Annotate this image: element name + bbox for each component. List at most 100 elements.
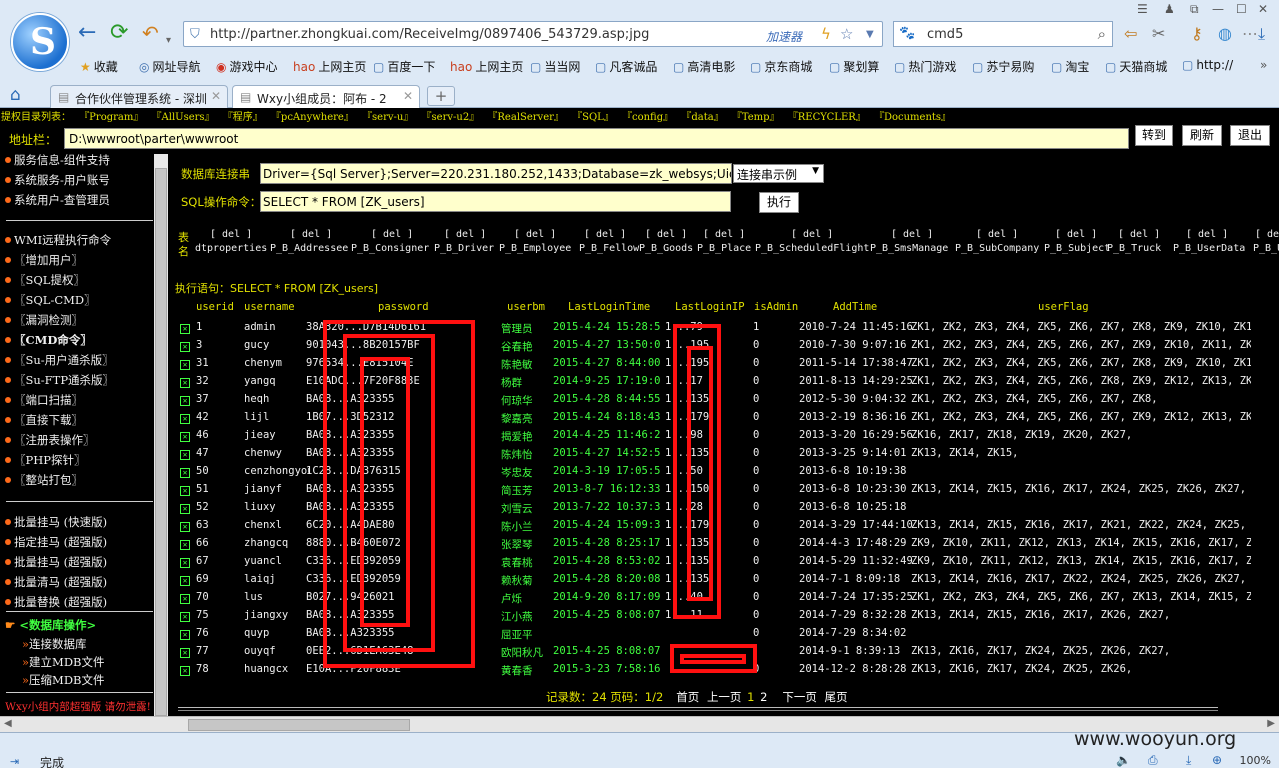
scroll-left-icon[interactable]: ◀ (4, 718, 12, 729)
bookmark-item[interactable]: ▢ http:// (1182, 58, 1233, 72)
dir-link[interactable]: 『AllUsers』 (152, 112, 215, 123)
undo-dropdown-icon[interactable]: ▾ (166, 30, 171, 52)
row-delete-icon[interactable]: ✕ (180, 648, 190, 658)
table-link[interactable]: dtproperties (195, 243, 267, 254)
star-icon[interactable]: ☆ (840, 25, 853, 43)
tab-wxy[interactable]: ▤ Wxy小组成员：阿布 - 2 ✕ (232, 85, 420, 108)
next-page-link[interactable]: 下一页 (782, 690, 817, 704)
refresh-icon[interactable]: ⟳ (110, 22, 128, 44)
conn-string-input[interactable]: Driver={Sql Server};Server=220.231.180.2… (260, 163, 732, 184)
bookmark-item[interactable]: ▢ 淘宝 (1051, 58, 1089, 75)
del-link[interactable]: [ del ] (1118, 229, 1160, 240)
dir-link[interactable]: 『pcAnywhere』 (271, 112, 354, 123)
table-link[interactable]: P_B_Place (697, 243, 751, 254)
sidebar-item[interactable]: 〖直接下载〗 (5, 412, 83, 428)
del-link[interactable]: [ del ] (645, 229, 687, 240)
accelerator-label[interactable]: 加速器 (766, 28, 802, 45)
sidebar-item[interactable]: WMI远程执行命令 (5, 232, 111, 248)
page-2-link[interactable]: 2 (760, 690, 767, 704)
minimize-icon[interactable]: — (1212, 2, 1224, 16)
del-link[interactable]: [ del ] (1055, 229, 1097, 240)
bookmark-item[interactable]: ◎ 网址导航 (139, 58, 201, 75)
dir-link[interactable]: 『RECYCLER』 (788, 112, 866, 123)
table-link[interactable]: P_B_UserData (1173, 243, 1245, 254)
row-delete-icon[interactable]: ✕ (180, 540, 190, 550)
scissors-icon[interactable]: ✂ (1152, 24, 1165, 43)
del-link[interactable]: [ del ] (584, 229, 626, 240)
sidebar-item[interactable]: 批量替换 (超强版) (5, 594, 107, 610)
lightning-icon[interactable]: ϟ (821, 25, 831, 43)
row-delete-icon[interactable]: ✕ (180, 486, 190, 496)
sidebar-item-cmd[interactable]: 〖CMD命令〗 (5, 332, 92, 348)
dir-link[interactable]: 『SQL』 (572, 112, 614, 123)
sidebar-item[interactable]: 系统服务-用户账号 (5, 172, 110, 188)
bookmark-item[interactable]: ▢ 凡客诚品 (595, 58, 657, 75)
dir-link[interactable]: 『程序』 (223, 112, 263, 123)
del-link[interactable]: [ del ] (290, 229, 332, 240)
bookmark-item[interactable]: ★ 收藏 (80, 58, 118, 75)
goto-button[interactable]: 转到 (1135, 125, 1173, 146)
sidebar-scrollbar[interactable] (154, 154, 168, 732)
tab-partner[interactable]: ▤ 合作伙伴管理系统 - 深圳 ✕ (50, 85, 228, 108)
bookmark-item[interactable]: ▢ 聚划算 (829, 58, 879, 75)
conn-example-select[interactable]: 连接串示例 ▼ (733, 164, 824, 183)
row-delete-icon[interactable]: ✕ (180, 396, 190, 406)
exit-button[interactable]: 退出 (1230, 125, 1270, 146)
home-icon[interactable]: ⌂ (10, 85, 21, 105)
url-text[interactable]: http://partner.zhongkuai.com/ReceiveImg/… (210, 27, 649, 42)
del-link[interactable]: [ del ] (891, 229, 933, 240)
table-link[interactable]: P_B_U (1253, 243, 1279, 254)
row-delete-icon[interactable]: ✕ (180, 594, 190, 604)
sidebar-item[interactable]: 批量清马 (超强版) (5, 574, 107, 590)
del-link[interactable]: [ del ] (514, 229, 556, 240)
path-input[interactable]: D:\wwwroot\parter\wwwroot (64, 128, 1129, 149)
dir-link[interactable]: 『Documents』 (874, 112, 951, 123)
del-link[interactable]: [ del ] (1186, 229, 1228, 240)
new-tab-button[interactable]: + (427, 86, 455, 106)
table-link[interactable]: P_B_Driver (434, 243, 494, 254)
printer-icon[interactable]: ⎙ (1148, 753, 1158, 768)
more-icon[interactable]: ⋯ (1242, 24, 1258, 43)
sidebar-item[interactable]: 〖Su-用户通杀版〗 (5, 352, 114, 368)
del-link[interactable]: [ del ] (444, 229, 486, 240)
table-link[interactable]: P_B_Employee (499, 243, 571, 254)
sidebar-item[interactable]: 〖SQL-CMD〗 (5, 292, 96, 308)
dir-link[interactable]: 『serv-u2』 (422, 112, 480, 123)
sidebar-item[interactable]: 批量挂马 (超强版) (5, 554, 107, 570)
sidebar-toggle-icon[interactable]: ⇥ (10, 755, 19, 768)
back-icon[interactable]: ← (78, 22, 96, 44)
row-delete-icon[interactable]: ✕ (180, 360, 190, 370)
refresh-button[interactable]: 刷新 (1182, 125, 1222, 146)
del-link[interactable]: [ del ] (371, 229, 413, 240)
sidebar-item-compress-mdb[interactable]: »压缩MDB文件 (22, 672, 105, 688)
dir-link[interactable]: 『config』 (622, 112, 673, 123)
row-delete-icon[interactable]: ✕ (180, 522, 190, 532)
download-icon[interactable]: ⤓ (1258, 24, 1265, 44)
bookmarks-more-icon[interactable]: » (1260, 58, 1267, 72)
row-delete-icon[interactable]: ✕ (180, 558, 190, 568)
row-delete-icon[interactable]: ✕ (180, 450, 190, 460)
dir-link[interactable]: 『RealServer』 (487, 112, 564, 123)
sidebar-item[interactable]: 〖SQL提权〗 (5, 272, 85, 288)
dir-link[interactable]: 『data』 (681, 112, 723, 123)
row-delete-icon[interactable]: ✕ (180, 666, 190, 676)
close-icon[interactable]: ✕ (1258, 2, 1268, 16)
del-link[interactable]: [ del ] (210, 229, 252, 240)
table-link[interactable]: P_B_Addressee (270, 243, 348, 254)
zoom-icon[interactable]: ⊕ (1212, 753, 1222, 767)
table-link[interactable]: P_B_ScheduledFlight (755, 243, 869, 254)
row-delete-icon[interactable]: ✕ (180, 468, 190, 478)
skin-icon[interactable]: ♟ (1164, 2, 1175, 16)
del-link[interactable]: [ del ] (976, 229, 1018, 240)
table-link[interactable]: P_B_Fellow (579, 243, 639, 254)
sidebar-item-create-mdb[interactable]: »建立MDB文件 (22, 654, 105, 670)
dir-link[interactable]: 『Temp』 (732, 112, 780, 123)
download-manager-icon[interactable]: ⤓ (1186, 753, 1191, 768)
scroll-thumb[interactable] (155, 168, 167, 716)
chevron-down-icon[interactable]: ▼ (866, 29, 874, 40)
sql-command-input[interactable]: SELECT * FROM [ZK_users] (260, 191, 731, 212)
bookmark-item[interactable]: ▢ 当当网 (530, 58, 580, 75)
sidebar-item[interactable]: 〖整站打包〗 (5, 472, 83, 488)
browser-logo[interactable]: S (11, 13, 69, 71)
sidebar-item[interactable]: 〖Su-FTP通杀版〗 (5, 372, 114, 388)
